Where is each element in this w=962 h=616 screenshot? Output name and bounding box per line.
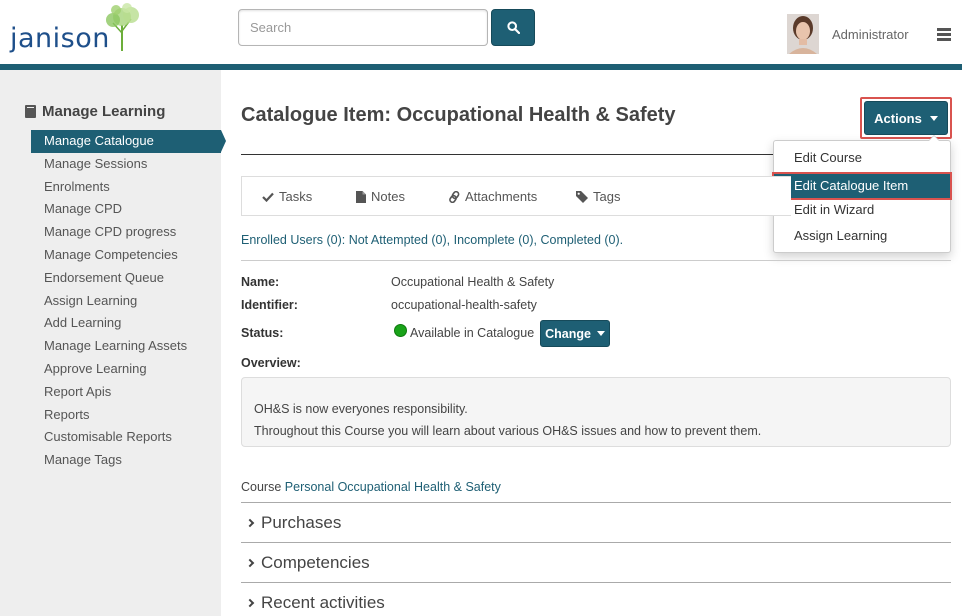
menu-hamburger-icon[interactable] (937, 28, 951, 41)
page-title: Catalogue Item: Occupational Health & Sa… (241, 104, 676, 126)
chevron-right-icon (245, 598, 255, 608)
status-value: Available in Catalogue (410, 326, 535, 340)
chevron-right-icon (245, 518, 255, 528)
tree-logo-icon (106, 3, 139, 51)
change-status-button[interactable]: Change (540, 320, 610, 347)
menu-item-edit-course[interactable]: Edit Course (774, 147, 950, 173)
enrolled-prefix: Enrolled Users (0): (241, 233, 346, 247)
not-attempted-link[interactable]: Not Attempted (0) (349, 233, 447, 247)
avatar-portrait-icon (787, 14, 819, 54)
section-competencies[interactable]: Competencies (245, 553, 370, 573)
actions-button[interactable]: Actions (864, 101, 948, 135)
sidebar-item-report-apis[interactable]: Report Apis (31, 381, 221, 404)
search-icon (506, 21, 520, 34)
sidebar-item-reports[interactable]: Reports (31, 404, 221, 427)
tab-tags-label: Tags (593, 189, 621, 204)
identifier-label: Identifier: (241, 298, 298, 312)
name-label: Name: (241, 275, 280, 289)
caret-down-icon (596, 331, 605, 336)
sidebar-item-approve-learning[interactable]: Approve Learning (31, 358, 221, 381)
search-input[interactable] (238, 9, 488, 46)
name-value: Occupational Health & Safety (391, 275, 555, 289)
sidebar-item-manage-tags[interactable]: Manage Tags (31, 449, 221, 472)
tab-attachments-label: Attachments (465, 189, 538, 204)
status-label: Status: (241, 326, 284, 340)
menu-item-edit-catalogue-item[interactable]: Edit Catalogue Item (772, 172, 952, 200)
section-purchases[interactable]: Purchases (245, 513, 342, 533)
change-button-label: Change (545, 326, 591, 341)
tag-icon (576, 190, 588, 203)
course-line: Course Personal Occupational Health & Sa… (241, 480, 501, 494)
enrolled-summary: Enrolled Users (0): Not Attempted (0), I… (241, 233, 624, 247)
menu-item-assign-learning[interactable]: Assign Learning (774, 225, 950, 251)
tab-notes[interactable]: Notes (356, 189, 405, 204)
tab-tags[interactable]: Tags (576, 189, 620, 204)
sidebar-item-assign-learning[interactable]: Assign Learning (31, 290, 221, 313)
user-avatar[interactable] (787, 14, 819, 54)
sidebar-item-manage-catalogue[interactable]: Manage Catalogue (31, 130, 226, 153)
logo-wordmark: janison (10, 23, 110, 54)
section-divider (241, 502, 951, 503)
link-icon (449, 190, 460, 203)
section-purchases-label: Purchases (261, 513, 342, 532)
overview-box: OH&S is now everyones responsibility. Th… (241, 377, 951, 447)
book-icon (25, 105, 36, 118)
tab-attachments[interactable]: Attachments (449, 189, 537, 204)
incomplete-link[interactable]: Incomplete (0) (454, 233, 534, 247)
sidebar-item-manage-sessions[interactable]: Manage Sessions (31, 153, 221, 176)
search-button[interactable] (491, 9, 535, 46)
enrolled-divider (241, 260, 951, 261)
course-prefix: Course (241, 480, 282, 494)
sidebar-item-manage-competencies[interactable]: Manage Competencies (31, 244, 221, 267)
section-competencies-label: Competencies (261, 553, 370, 572)
completed-link[interactable]: Completed (0) (540, 233, 619, 247)
check-icon (262, 192, 274, 202)
actions-button-label: Actions (874, 110, 922, 126)
course-link[interactable]: Personal Occupational Health & Safety (285, 480, 501, 494)
sidebar-item-enrolments[interactable]: Enrolments (31, 176, 221, 199)
janison-logo[interactable]: janison (10, 3, 145, 61)
tab-tasks-label: Tasks (279, 189, 313, 204)
chevron-right-icon (245, 558, 255, 568)
menu-item-edit-in-wizard[interactable]: Edit in Wizard (774, 199, 950, 225)
sidebar-title-label: Manage Learning (42, 103, 166, 120)
status-green-dot-icon (394, 324, 407, 337)
file-icon (356, 190, 366, 203)
actions-highlight-frame: Actions (860, 97, 952, 139)
section-divider (241, 542, 951, 543)
user-name[interactable]: Administrator (832, 27, 909, 42)
top-header: janison Administrator (0, 0, 962, 64)
section-divider (241, 582, 951, 583)
actions-dropdown-menu: Edit Course Edit Catalogue Item Edit in … (772, 135, 952, 253)
section-recent-activities-label: Recent activities (261, 593, 385, 612)
overview-line-2: Throughout this Course you will learn ab… (254, 424, 762, 438)
sidebar-title: Manage Learning (25, 103, 165, 120)
sidebar-item-endorsement-queue[interactable]: Endorsement Queue (31, 267, 221, 290)
overview-line-1: OH&S is now everyones responsibility. (254, 402, 468, 416)
caret-down-icon (929, 115, 938, 121)
section-recent-activities[interactable]: Recent activities (245, 593, 385, 613)
tab-notes-label: Notes (371, 189, 405, 204)
sidebar-item-manage-cpd-progress[interactable]: Manage CPD progress (31, 221, 221, 244)
sidebar-item-manage-cpd[interactable]: Manage CPD (31, 198, 221, 221)
sidebar: Manage Learning Manage Catalogue Manage … (0, 70, 226, 616)
identifier-value: occupational-health-safety (391, 298, 537, 312)
sidebar-item-add-learning[interactable]: Add Learning (31, 312, 221, 335)
tab-tasks[interactable]: Tasks (262, 189, 312, 204)
sidebar-item-customisable-reports[interactable]: Customisable Reports (31, 426, 221, 449)
sidebar-nav: Manage Catalogue Manage Sessions Enrolme… (31, 130, 226, 472)
sidebar-item-manage-learning-assets[interactable]: Manage Learning Assets (31, 335, 221, 358)
detail-tabs: Tasks Notes Attachments Tags (241, 176, 791, 216)
overview-label: Overview: (241, 356, 301, 370)
